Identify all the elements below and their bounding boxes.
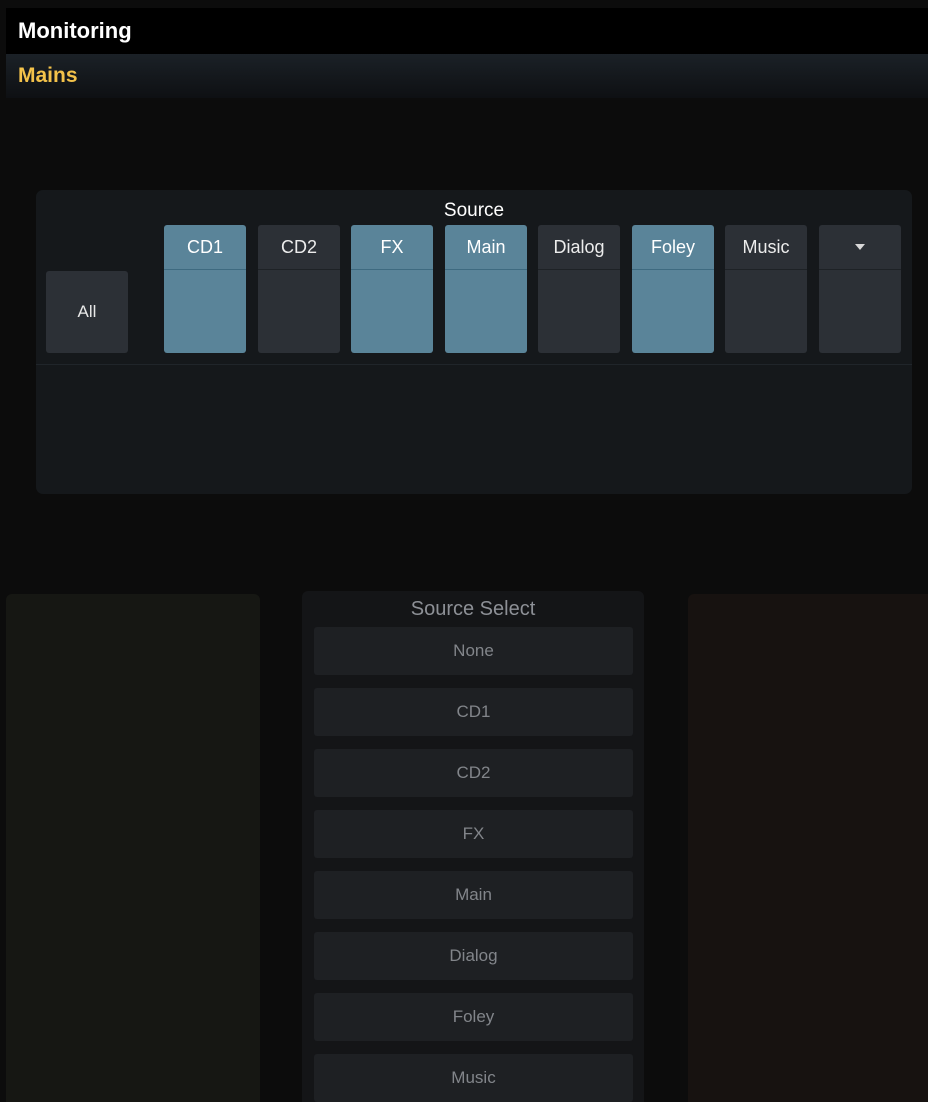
left-panel [6, 594, 260, 1102]
source-option-none[interactable]: None [314, 627, 633, 675]
source-option-fx[interactable]: FX [314, 810, 633, 858]
source-button-cd2[interactable]: CD2 [258, 225, 340, 353]
source-panel: Source All CD1 CD2 FX Main Dialog Foley … [36, 190, 912, 494]
source-button-label: Foley [632, 225, 714, 270]
source-button-label: Main [445, 225, 527, 270]
source-option-cd2[interactable]: CD2 [314, 749, 633, 797]
source-select-title: Source Select [410, 598, 536, 620]
source-button-music[interactable]: Music [725, 225, 807, 353]
source-button-foley[interactable]: Foley [632, 225, 714, 353]
source-button-cd1[interactable]: CD1 [164, 225, 246, 353]
source-more-cap [819, 225, 901, 270]
source-option-dialog[interactable]: Dialog [314, 932, 633, 980]
window-title: Monitoring [6, 8, 928, 54]
source-button-label: Music [725, 225, 807, 270]
all-button[interactable]: All [46, 271, 128, 353]
source-button-label: CD2 [258, 225, 340, 270]
source-button-main[interactable]: Main [445, 225, 527, 353]
section-title: Mains [6, 54, 928, 98]
panel-divider [36, 364, 912, 365]
source-option-foley[interactable]: Foley [314, 993, 633, 1041]
source-button-dialog[interactable]: Dialog [538, 225, 620, 353]
source-title: Source [443, 200, 505, 221]
triangle-down-icon [855, 244, 865, 250]
source-option-main[interactable]: Main [314, 871, 633, 919]
source-button-fx[interactable]: FX [351, 225, 433, 353]
source-option-cd1[interactable]: CD1 [314, 688, 633, 736]
source-option-music[interactable]: Music [314, 1054, 633, 1102]
source-button-label: CD1 [164, 225, 246, 270]
source-select-panel: Source Select None CD1 CD2 FX Main Dialo… [302, 591, 644, 1102]
source-more-button[interactable] [819, 225, 901, 353]
monitoring-screen: Monitoring Mains Source All CD1 CD2 FX M… [0, 0, 928, 1102]
source-button-label: FX [351, 225, 433, 270]
source-button-label: Dialog [538, 225, 620, 270]
right-panel [688, 594, 928, 1102]
